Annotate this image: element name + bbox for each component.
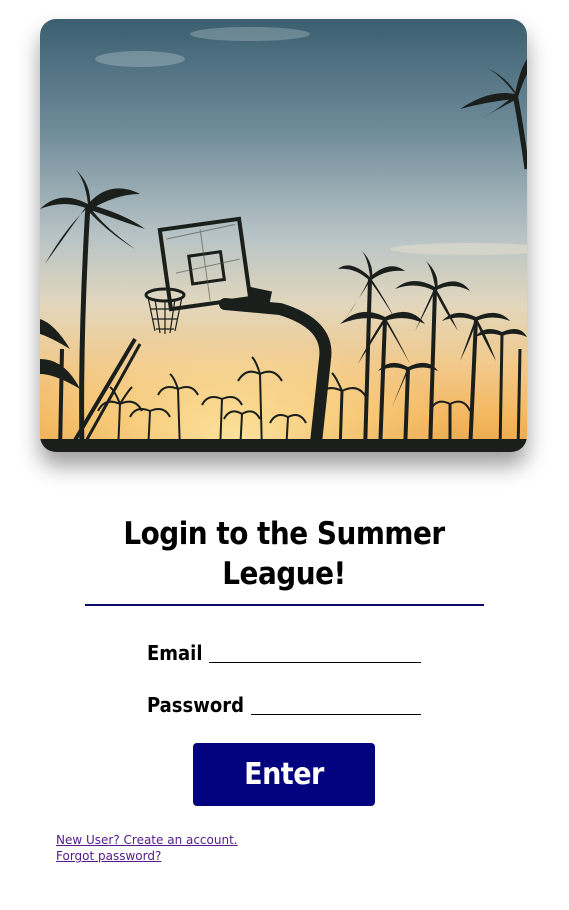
- email-label: Email: [147, 641, 203, 665]
- forgot-password-link[interactable]: Forgot password?: [56, 848, 238, 864]
- hero-image: [40, 19, 527, 452]
- enter-button[interactable]: Enter: [193, 743, 375, 806]
- email-field[interactable]: [209, 642, 421, 663]
- title-divider: [85, 604, 484, 606]
- password-field[interactable]: [251, 694, 421, 715]
- password-label: Password: [147, 693, 244, 717]
- create-account-link[interactable]: New User? Create an account.: [56, 832, 238, 848]
- basketball-court-photo: [40, 19, 527, 452]
- account-links: New User? Create an account. Forgot pass…: [56, 832, 238, 864]
- page-title: Login to the Summer League!: [84, 514, 484, 594]
- page-title-line1: Login to the Summer: [123, 516, 445, 552]
- page-title-line2: League!: [222, 556, 346, 592]
